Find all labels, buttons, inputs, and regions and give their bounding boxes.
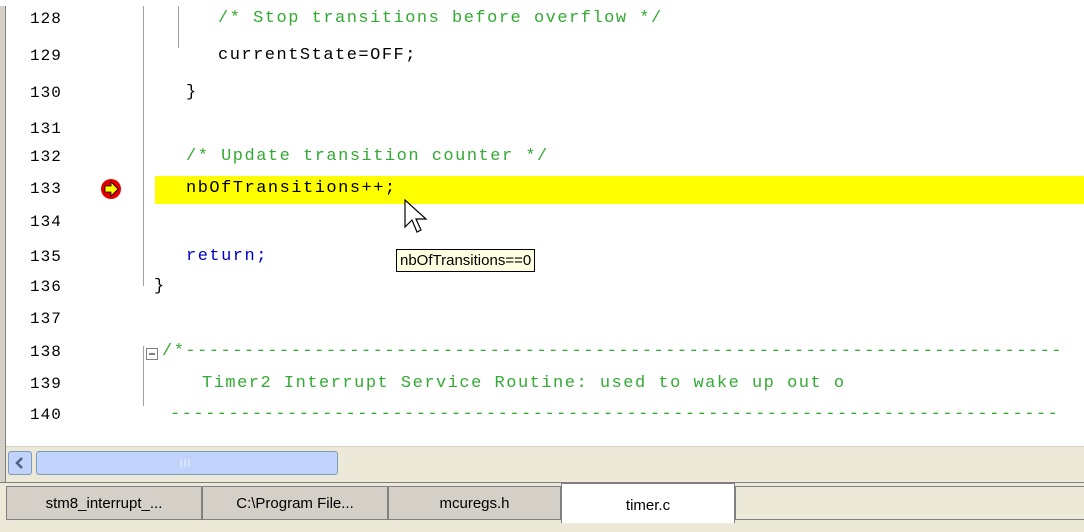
line-number: 135 [30,248,62,266]
code-text: /* Update transition counter */ [186,147,549,166]
scroll-left-button[interactable] [8,451,32,475]
line-number: 140 [30,406,62,424]
tab-program-files[interactable]: C:\Program File... [202,486,388,520]
tab-timer-c[interactable]: timer.c [561,483,735,523]
line-number: 130 [30,84,62,102]
code-line: 140 ------------------------------------… [0,402,1084,433]
tab-label: mcuregs.h [439,495,510,512]
line-number: 138 [30,343,62,361]
code-line: 139 Timer2 Interrupt Service Routine: us… [0,371,1084,402]
variable-value-tooltip: nbOfTransitions==0 [396,249,536,272]
line-number: 134 [30,213,62,231]
code-line: 128 /* Stop transitions before overflow … [0,6,1084,37]
code-line: 129 currentState=OFF; [0,43,1084,74]
code-text: return; [186,247,268,266]
code-line: 131 [0,116,1084,147]
line-number: 128 [30,10,62,28]
tab-label: C:\Program File... [236,495,354,512]
scroll-grip-icon [180,459,190,467]
line-number: 133 [30,180,62,198]
file-tabs-bar: stm8_interrupt_... C:\Program File... mc… [0,482,1084,532]
code-line-current: 133 nbOfTransitions++; [0,176,1084,207]
tab-label: stm8_interrupt_... [45,495,163,512]
code-text: nbOfTransitions++; [186,179,397,198]
tabs-empty-area [735,486,1084,520]
fold-collapse-icon[interactable] [146,348,158,360]
code-line: 137 [0,306,1084,337]
tab-stm8-interrupt[interactable]: stm8_interrupt_... [6,486,202,520]
line-number: 136 [30,278,62,296]
code-text: Timer2 Interrupt Service Routine: used t… [202,374,846,393]
code-line: 132 /* Update transition counter */ [0,144,1084,175]
code-text: currentState=OFF; [218,46,417,65]
line-number: 129 [30,47,62,65]
tab-label: timer.c [625,497,671,514]
scroll-thumb[interactable] [36,451,338,475]
code-text: ----------------------------------------… [170,405,1060,424]
code-editor[interactable]: 128 /* Stop transitions before overflow … [0,6,1084,483]
code-text: } [154,277,166,296]
code-text: /* Stop transitions before overflow */ [218,9,663,28]
scroll-left-arrow-icon [15,457,23,469]
code-line: 130 } [0,80,1084,111]
code-line: 138 /*----------------------------------… [0,339,1084,370]
code-text: } [186,83,198,102]
line-number: 139 [30,375,62,393]
code-text: /*--------------------------------------… [162,342,1064,361]
code-line: 134 [0,209,1084,240]
line-number: 131 [30,120,62,138]
horizontal-scrollbar[interactable] [6,446,1084,483]
mouse-pointer-icon [404,199,428,233]
tab-mcuregs-h[interactable]: mcuregs.h [388,486,561,520]
line-number: 137 [30,310,62,328]
code-line: 135 return; [0,244,1084,275]
line-number: 132 [30,148,62,166]
code-line: 136 } [0,274,1084,305]
current-statement-arrow-icon [101,179,121,199]
